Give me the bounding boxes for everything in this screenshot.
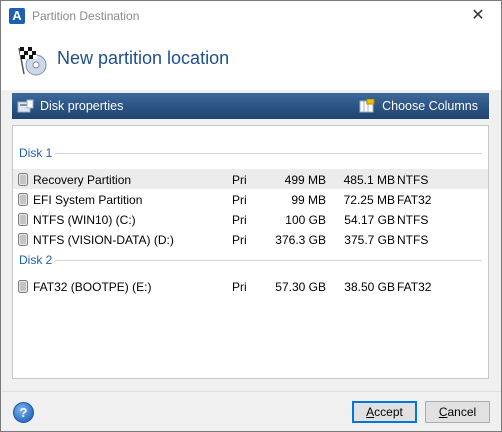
accept-button[interactable]: Accept: [352, 401, 417, 423]
partition-capacity: 376.3 GB: [275, 233, 326, 247]
help-icon: ?: [19, 405, 28, 420]
disk-toolbar: Disk properties Choose Columns: [12, 93, 489, 119]
partition-row[interactable]: NTFS (WIN10) (C:) Pri 100 GB 54.17 GB NT…: [13, 209, 488, 229]
choose-columns-label: Choose Columns: [382, 99, 478, 113]
partition-free-space: 72.25 MB: [343, 193, 395, 207]
accept-label: ccept: [374, 405, 403, 419]
partition-free-space: 485.1 MB: [343, 173, 395, 187]
partition-name: NTFS (WIN10) (C:): [33, 213, 136, 227]
partition-capacity: 100 GB: [285, 213, 326, 227]
footer-divider: [1, 391, 501, 392]
window-title: Partition Destination: [32, 9, 140, 23]
cancel-label: ancel: [447, 405, 477, 419]
partition-file-system: NTFS: [397, 173, 429, 187]
partition-row[interactable]: EFI System Partition Pri 99 MB 72.25 MB …: [13, 189, 488, 209]
choose-columns-icon: [359, 99, 375, 113]
partition-name: NTFS (VISION-DATA) (D:): [33, 233, 174, 247]
dialog-header: New partition location: [1, 31, 501, 90]
partition-icon: [18, 280, 28, 293]
partition-type: Pri: [232, 280, 247, 294]
partition-free-space: 54.17 GB: [344, 213, 395, 227]
partition-capacity: 99 MB: [291, 193, 326, 207]
close-button[interactable]: ✕: [455, 1, 501, 31]
choose-columns-button[interactable]: Choose Columns: [359, 99, 478, 113]
checkered-flag-disc-icon: [18, 47, 47, 76]
partition-capacity: 57.30 GB: [275, 280, 326, 294]
partition-type: Pri: [232, 233, 247, 247]
disk-properties-icon: [17, 99, 34, 113]
partition-type: Pri: [232, 173, 247, 187]
acronis-app-icon: A: [9, 8, 25, 24]
page-title: New partition location: [57, 48, 230, 68]
disk-label: Disk 1: [19, 146, 53, 160]
partition-file-system: FAT32: [397, 193, 432, 207]
disk-properties-button[interactable]: Disk properties: [17, 99, 123, 113]
partition-file-system: FAT32: [397, 280, 432, 294]
partition-name: FAT32 (BOOTPE) (E:): [33, 280, 152, 294]
partition-file-system: NTFS: [397, 213, 429, 227]
disk-group-header: Disk 1: [13, 144, 488, 162]
disk-label: Disk 2: [19, 253, 53, 267]
partition-type: Pri: [232, 213, 247, 227]
partition-row[interactable]: FAT32 (BOOTPE) (E:) Pri 57.30 GB 38.50 G…: [13, 276, 488, 296]
group-divider: [55, 260, 482, 261]
close-icon: ✕: [471, 7, 485, 24]
partition-file-system: NTFS: [397, 233, 429, 247]
title-bar[interactable]: A Partition Destination ✕: [1, 1, 501, 31]
partition-row[interactable]: Recovery Partition Pri 499 MB 485.1 MB N…: [13, 169, 488, 189]
accept-mnemonic: A: [366, 405, 375, 419]
partition-capacity: 499 MB: [284, 173, 326, 187]
disk-properties-label: Disk properties: [40, 99, 124, 113]
partition-destination-dialog: A Partition Destination ✕ New partition …: [0, 0, 502, 432]
partition-name: EFI System Partition: [33, 193, 143, 207]
partition-icon: [18, 193, 28, 206]
partition-icon: [18, 213, 28, 226]
partition-icon: [18, 233, 28, 246]
partition-list[interactable]: Disk 1 Recovery Partition Pri 499 MB 485…: [12, 125, 489, 379]
partition-free-space: 38.50 GB: [344, 280, 395, 294]
partition-type: Pri: [232, 193, 247, 207]
partition-free-space: 375.7 GB: [344, 233, 395, 247]
cancel-button[interactable]: Cancel: [425, 401, 490, 423]
partition-name: Recovery Partition: [33, 173, 132, 187]
partition-row[interactable]: NTFS (VISION-DATA) (D:) Pri 376.3 GB 375…: [13, 229, 488, 249]
help-button[interactable]: ?: [13, 402, 34, 423]
disk-group-header: Disk 2: [13, 251, 488, 269]
partition-icon: [18, 173, 28, 186]
group-divider: [55, 153, 482, 154]
